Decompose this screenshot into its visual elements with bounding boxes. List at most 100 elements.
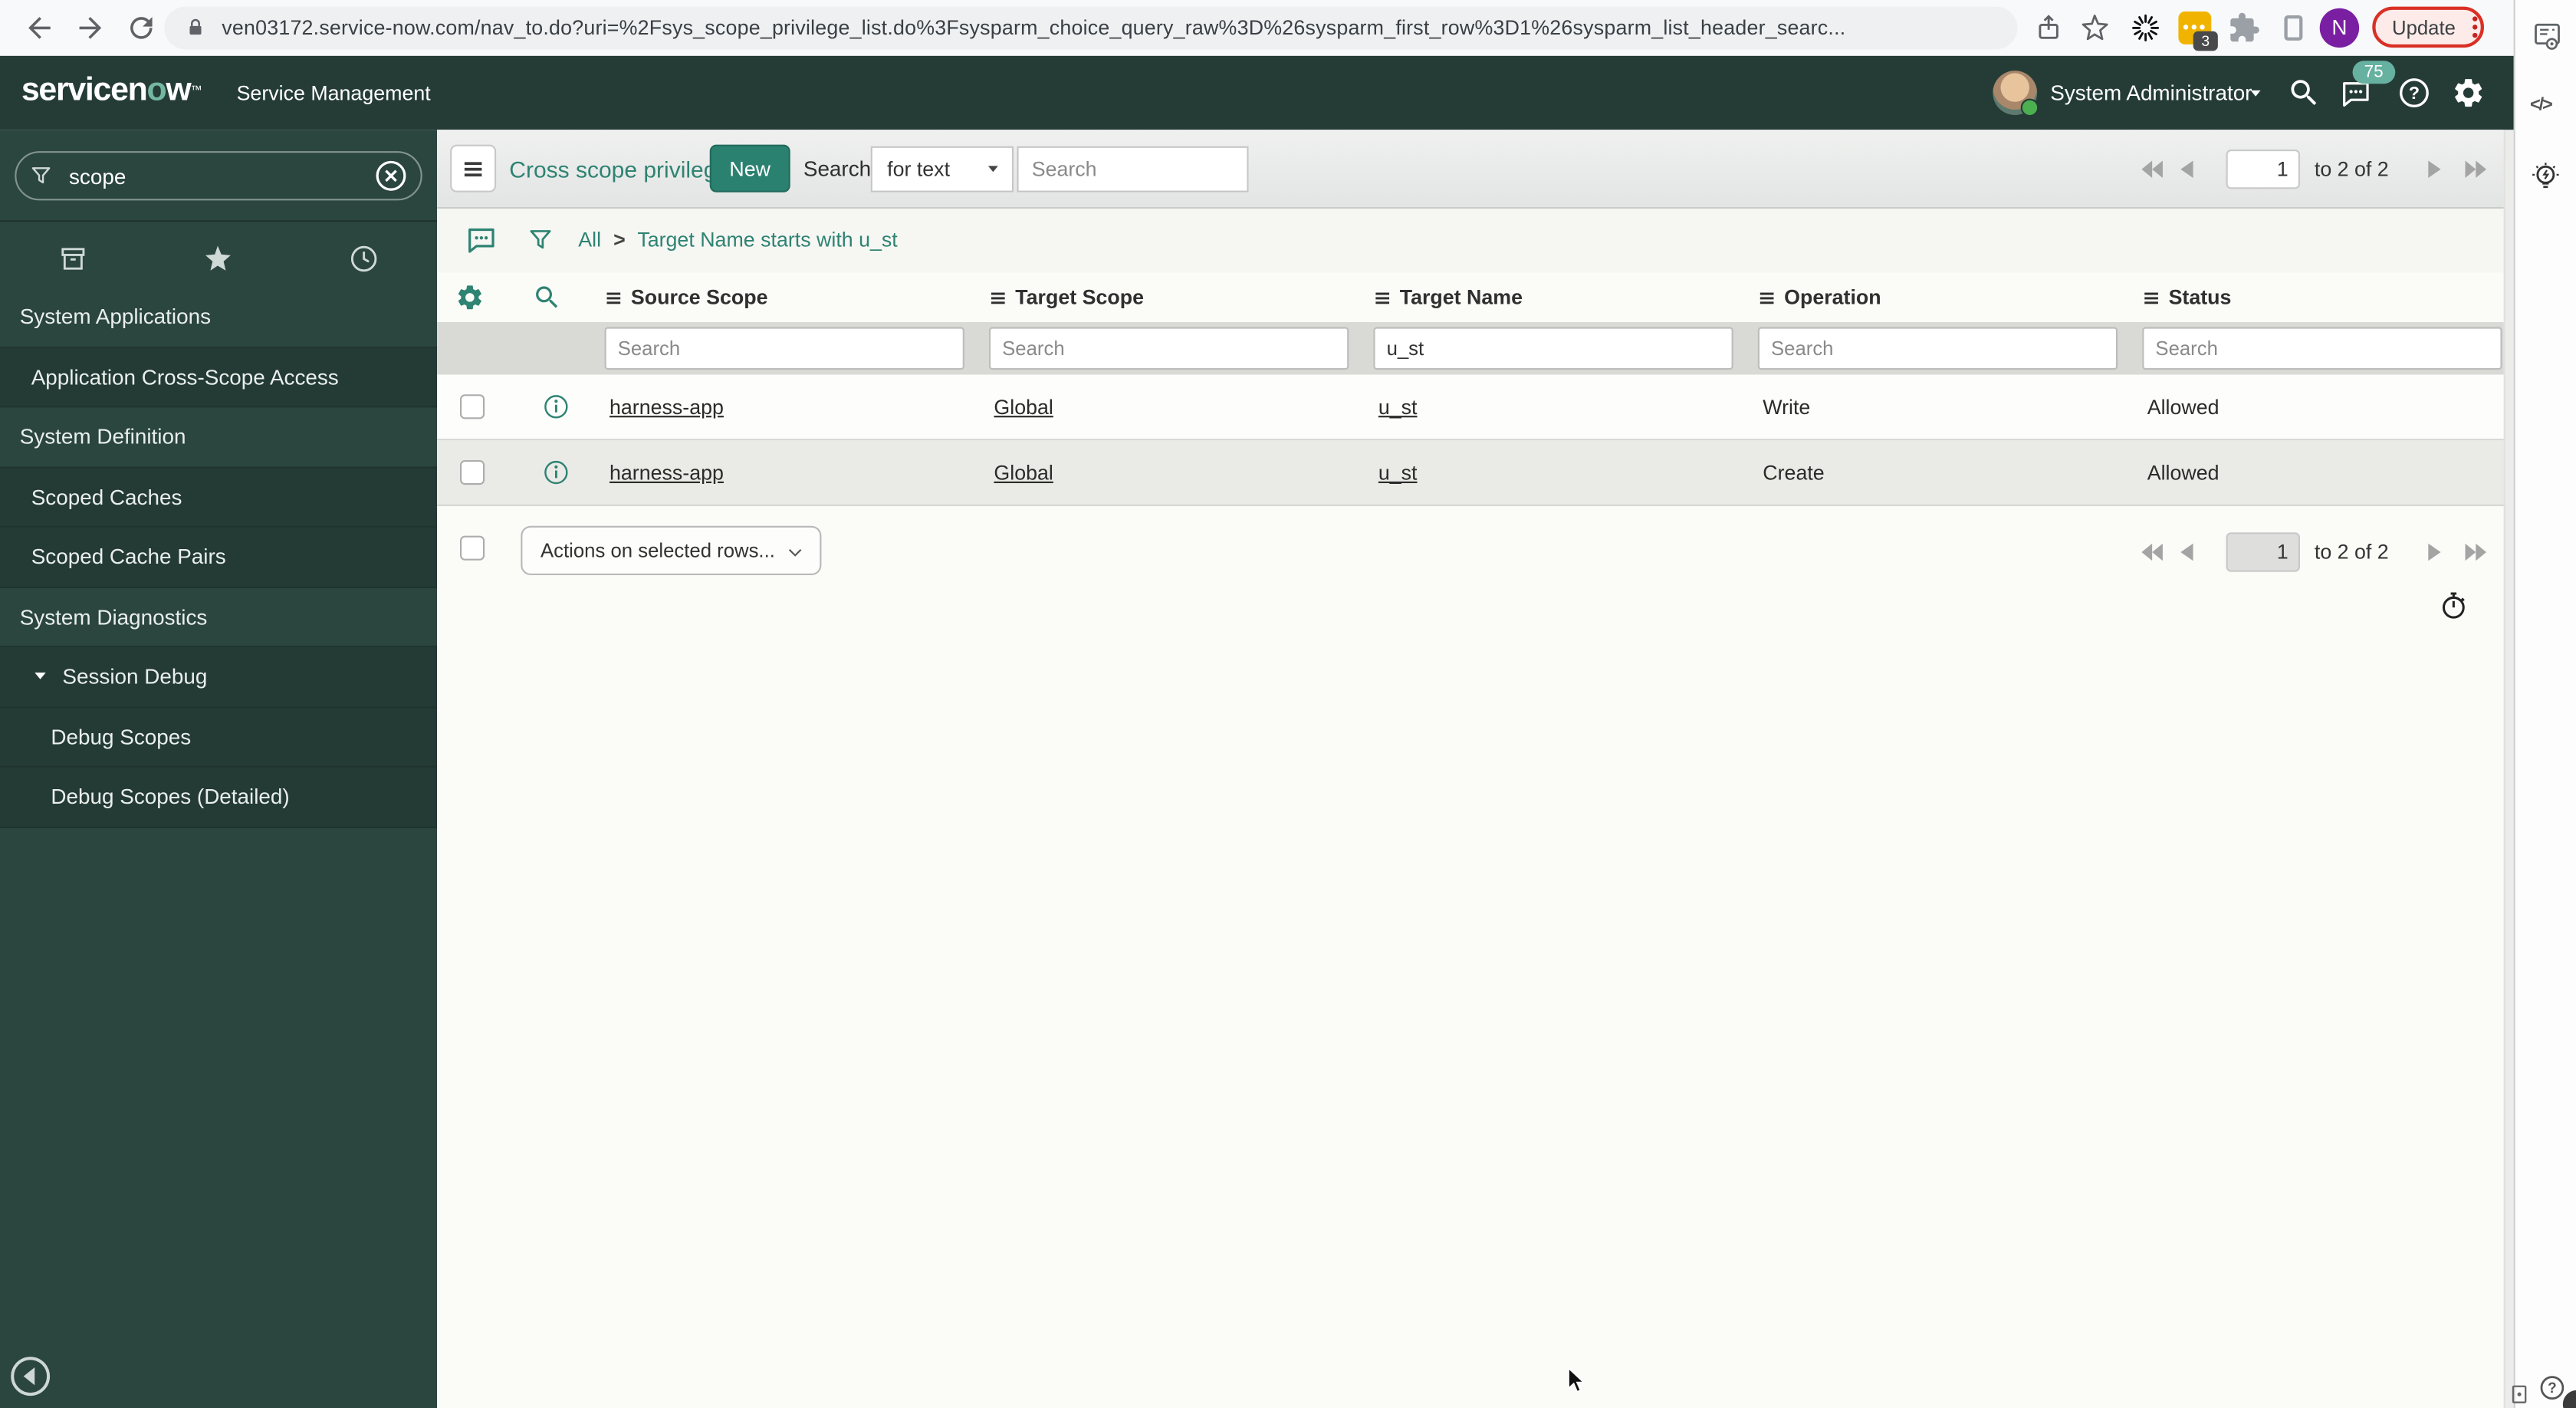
list-search-input[interactable] [1017,146,1249,192]
row-checkbox[interactable] [460,394,485,419]
help-icon[interactable] [2397,76,2431,110]
spinner-extension-icon[interactable] [2129,12,2162,44]
global-search-icon[interactable] [2287,76,2321,110]
list-context-menu-button[interactable] [450,144,497,192]
footer-help-icon[interactable] [2538,1373,2566,1401]
column-menu-icon[interactable] [605,288,623,307]
tab-history-icon[interactable] [349,242,380,274]
new-button[interactable]: New [709,144,790,192]
column-menu-icon[interactable] [2142,288,2160,307]
browser-forward-icon[interactable] [74,12,107,44]
search-type-select[interactable]: for text [870,146,1014,192]
column-menu-icon[interactable] [1758,288,1776,307]
select-all-checkbox[interactable] [460,535,485,561]
page-indicator-icon[interactable] [2509,1383,2530,1405]
first-page-icon[interactable] [2141,158,2164,181]
sidebar-item-scoped-cache-pairs[interactable]: Scoped Cache Pairs [0,527,437,588]
next-page-icon[interactable] [2422,541,2445,564]
tab-all-applications-icon[interactable] [58,242,89,274]
bookmark-star-icon[interactable] [2080,13,2113,46]
column-header-operation[interactable]: Operation [1758,273,1881,322]
clear-filter-icon[interactable] [375,160,408,192]
previous-page-icon[interactable] [2177,158,2200,181]
column-header-status[interactable]: Status [2142,273,2231,322]
first-page-icon[interactable] [2141,541,2164,564]
lightbulb-icon[interactable] [2528,161,2563,196]
page-number-input[interactable] [2226,150,2300,189]
column-menu-icon[interactable] [1373,288,1392,307]
table-row: harness-app Global u_st Create Allowed [437,440,2504,506]
address-bar[interactable]: ven03172.service-now.com/nav_to.do?uri=%… [164,6,2018,50]
cell-target-name[interactable]: u_st [1378,375,1418,441]
column-header-target-scope[interactable]: Target Scope [989,273,1144,322]
navigator-filter-input[interactable] [65,162,375,190]
browser-profile-avatar[interactable]: N [2319,8,2360,48]
sidebar-item-application-cross-scope-access[interactable]: Application Cross-Scope Access [0,347,437,408]
filter-status-input[interactable] [2142,327,2502,370]
user-avatar[interactable] [1993,71,2039,117]
sidebar-item-scoped-caches[interactable]: Scoped Caches [0,467,437,528]
breadcrumb-condition-link[interactable]: Target Name starts with u_st [637,229,897,252]
settings-gear-icon[interactable] [2451,76,2486,110]
reading-list-icon[interactable] [2530,20,2564,54]
share-icon[interactable] [2034,13,2067,46]
cell-source-scope[interactable]: harness-app [610,375,724,441]
scrollbar[interactable] [2503,130,2514,1408]
filter-target-scope-input[interactable] [989,327,1349,370]
previous-page-icon[interactable] [2177,541,2200,564]
last-page-icon[interactable] [2464,158,2487,181]
sidebar-item-session-debug[interactable]: Session Debug [0,647,437,708]
search-label: Search [803,156,872,181]
chat-extension-icon[interactable]: 3 [2178,12,2218,51]
column-header-source-scope[interactable]: Source Scope [605,273,768,322]
row-checkbox[interactable] [460,460,485,485]
extensions-puzzle-icon[interactable] [2228,12,2261,44]
filter-icon[interactable] [527,227,554,253]
table-row: harness-app Global u_st Write Allowed [437,374,2504,441]
sidebar-section-system-diagnostics[interactable]: System Diagnostics [0,587,437,648]
next-page-icon[interactable] [2422,158,2445,181]
column-menu-icon[interactable] [989,288,1007,307]
breadcrumb-bar: All > Target Name starts with u_st [437,209,2504,273]
update-label: Update [2392,15,2456,39]
record-info-icon[interactable] [542,459,570,486]
servicenow-logo[interactable]: servicenow™ [21,72,202,110]
cell-target-scope[interactable]: Global [994,375,1053,441]
side-panel-icon[interactable] [2277,12,2310,44]
browser-reload-icon[interactable] [125,12,158,44]
list-toolbar: Cross scope privileges New Search for te… [437,130,2504,209]
user-menu[interactable]: System Administrator [2050,56,2252,130]
last-page-icon[interactable] [2464,541,2487,564]
page-number-input[interactable] [2226,532,2300,572]
filter-target-name-input[interactable] [1373,327,1733,370]
collapse-navigator-icon[interactable] [10,1356,51,1397]
list-pane: Cross scope privileges New Search for te… [437,130,2504,1408]
actions-select[interactable]: Actions on selected rows... [521,525,822,575]
code-icon[interactable]: </> [2530,95,2553,115]
sidebar-section-system-applications[interactable]: System Applications [0,288,437,348]
sidebar-item-debug-scopes-detailed[interactable]: Debug Scopes (Detailed) [0,767,437,827]
cell-target-scope[interactable]: Global [994,440,1053,506]
breadcrumb-all-link[interactable]: All [578,229,601,252]
response-time-stopwatch-icon[interactable] [2438,590,2469,621]
browser-back-icon[interactable] [23,12,56,44]
comments-icon[interactable] [465,223,498,256]
filter-operation-input[interactable] [1757,327,2118,370]
personalize-list-gear-icon[interactable] [455,283,485,313]
sidebar-item-debug-scopes[interactable]: Debug Scopes [0,707,437,768]
cell-source-scope[interactable]: harness-app [610,440,724,506]
user-caret-icon[interactable] [2247,87,2263,100]
top-pagination: to 2 of 2 [2141,150,2488,189]
column-header-target-name[interactable]: Target Name [1373,273,1523,322]
filter-source-scope-input[interactable] [604,327,964,370]
record-info-icon[interactable] [542,393,570,420]
message-count-badge: 75 [2352,61,2395,84]
column-search-icon[interactable] [532,283,562,313]
url-text: ven03172.service-now.com/nav_to.do?uri=%… [222,16,1846,40]
sidebar-section-system-definition[interactable]: System Definition [0,407,437,468]
tab-favorites-icon[interactable] [203,242,235,274]
navigator-menu: System Applications Application Cross-Sc… [0,288,437,827]
browser-update-button[interactable]: Update [2372,6,2484,48]
cell-target-name[interactable]: u_st [1378,440,1418,506]
list-title-link[interactable]: Cross scope privileges [509,130,741,209]
